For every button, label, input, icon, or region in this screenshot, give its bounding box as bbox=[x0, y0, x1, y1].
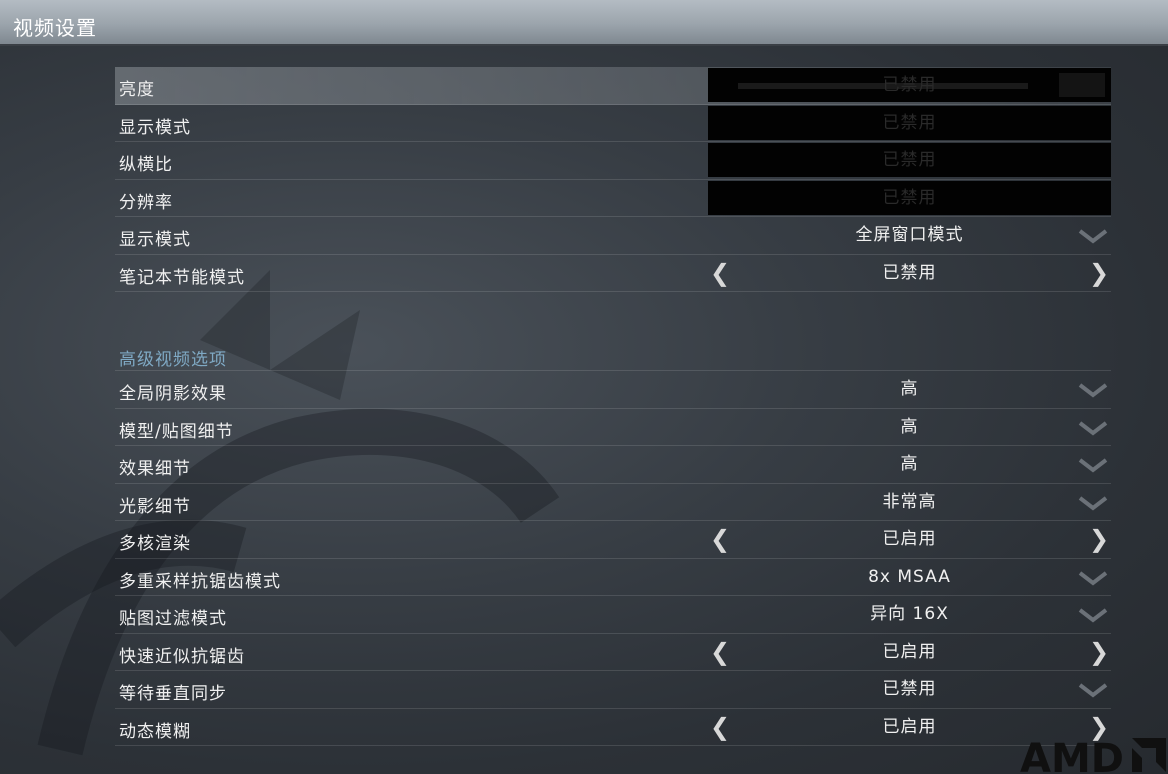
setting-row-aspect-ratio: 纵横比 已禁用 bbox=[115, 142, 1111, 180]
chevron-down-icon[interactable] bbox=[1078, 419, 1108, 437]
amd-arrow-icon bbox=[1132, 738, 1166, 772]
setting-value: 已禁用 bbox=[882, 187, 937, 208]
brightness-slider-disabled: 已禁用 bbox=[708, 68, 1111, 102]
toggle-value: 已禁用 bbox=[882, 262, 937, 283]
setting-label: 全局阴影效果 bbox=[119, 384, 227, 404]
dropdown-value[interactable]: 异向 16X bbox=[708, 596, 1111, 632]
setting-value: 已禁用 bbox=[882, 75, 937, 95]
disabled-control: 已禁用 bbox=[708, 143, 1111, 177]
chevron-right-icon[interactable]: ❯ bbox=[1087, 255, 1111, 291]
chevron-down-icon[interactable] bbox=[1078, 494, 1108, 512]
setting-row-laptop-power-saving[interactable]: 笔记本节能模式 ❮ 已禁用 ❯ bbox=[115, 255, 1111, 292]
setting-label: 效果细节 bbox=[119, 459, 191, 479]
settings-panel: 亮度 已禁用 显示模式 已禁用 纵横比 已禁用 分辨率 已禁用 显示模式 全屏窗… bbox=[115, 67, 1111, 746]
setting-row-vsync[interactable]: 等待垂直同步 已禁用 bbox=[115, 671, 1111, 709]
setting-label: 模型/贴图细节 bbox=[119, 421, 234, 442]
setting-row-fxaa[interactable]: 快速近似抗锯齿 ❮ 已启用 ❯ bbox=[115, 634, 1111, 671]
toggle-value: 已启用 bbox=[882, 529, 937, 549]
toggle-value: 已启用 bbox=[882, 641, 937, 662]
chevron-down-icon[interactable] bbox=[1078, 381, 1108, 399]
setting-row-model-texture-detail[interactable]: 模型/贴图细节 高 bbox=[115, 409, 1111, 446]
chevron-down-icon[interactable] bbox=[1078, 681, 1108, 699]
setting-row-brightness[interactable]: 亮度 已禁用 bbox=[115, 67, 1111, 105]
setting-label: 动态模糊 bbox=[119, 721, 191, 742]
disabled-control: 已禁用 bbox=[708, 180, 1111, 215]
setting-row-multicore-rendering[interactable]: 多核渲染 ❮ 已启用 ❯ bbox=[115, 521, 1111, 559]
dropdown-value[interactable]: 非常高 bbox=[708, 484, 1111, 520]
setting-row-display-mode[interactable]: 显示模式 全屏窗口模式 bbox=[115, 217, 1111, 255]
setting-label: 笔记本节能模式 bbox=[119, 267, 245, 288]
setting-label: 亮度 bbox=[119, 80, 155, 100]
setting-label: 等待垂直同步 bbox=[119, 684, 227, 704]
setting-row-effect-detail[interactable]: 效果细节 高 bbox=[115, 446, 1111, 484]
setting-label: 贴图过滤模式 bbox=[119, 609, 227, 629]
chevron-down-icon[interactable] bbox=[1078, 606, 1108, 624]
dropdown-value[interactable]: 高 bbox=[708, 371, 1111, 407]
setting-value: 已禁用 bbox=[882, 112, 937, 133]
chevron-down-icon[interactable] bbox=[1078, 227, 1108, 245]
dropdown-value[interactable]: 已禁用 bbox=[708, 671, 1111, 707]
amd-logo-text: AMD bbox=[1020, 736, 1124, 774]
page-title: 视频设置 bbox=[13, 16, 97, 40]
setting-label: 显示模式 bbox=[119, 117, 191, 138]
amd-logo: AMD bbox=[1020, 736, 1166, 774]
setting-row-shader-detail[interactable]: 光影细节 非常高 bbox=[115, 484, 1111, 521]
setting-value: 已禁用 bbox=[882, 150, 937, 170]
chevron-down-icon[interactable] bbox=[1078, 456, 1108, 474]
setting-row-display-mode-disabled: 显示模式 已禁用 bbox=[115, 105, 1111, 142]
setting-row-texture-filtering[interactable]: 贴图过滤模式 异向 16X bbox=[115, 596, 1111, 634]
setting-label: 分辨率 bbox=[119, 192, 173, 213]
setting-row-motion-blur[interactable]: 动态模糊 ❮ 已启用 ❯ bbox=[115, 709, 1111, 746]
setting-label: 多核渲染 bbox=[119, 534, 191, 554]
section-title: 高级视频选项 bbox=[119, 350, 227, 370]
disabled-control: 已禁用 bbox=[708, 105, 1111, 140]
setting-row-msaa-mode[interactable]: 多重采样抗锯齿模式 8x MSAA bbox=[115, 559, 1111, 596]
dropdown-value[interactable]: 8x MSAA bbox=[708, 559, 1111, 595]
setting-label: 光影细节 bbox=[119, 496, 191, 517]
setting-row-global-shadow[interactable]: 全局阴影效果 高 bbox=[115, 371, 1111, 409]
dropdown-value[interactable]: 全屏窗口模式 bbox=[708, 217, 1111, 253]
title-bar: 视频设置 bbox=[0, 0, 1168, 46]
setting-label: 显示模式 bbox=[119, 230, 191, 250]
setting-label: 纵横比 bbox=[119, 155, 173, 175]
section-header-advanced: 高级视频选项 bbox=[115, 334, 1111, 371]
chevron-down-icon[interactable] bbox=[1078, 569, 1108, 587]
setting-label: 多重采样抗锯齿模式 bbox=[119, 571, 281, 592]
chevron-right-icon[interactable]: ❯ bbox=[1087, 521, 1111, 557]
setting-row-resolution: 分辨率 已禁用 bbox=[115, 180, 1111, 217]
chevron-right-icon[interactable]: ❯ bbox=[1087, 634, 1111, 670]
setting-label: 快速近似抗锯齿 bbox=[119, 646, 245, 667]
dropdown-value[interactable]: 高 bbox=[708, 446, 1111, 482]
dropdown-value[interactable]: 高 bbox=[708, 409, 1111, 445]
